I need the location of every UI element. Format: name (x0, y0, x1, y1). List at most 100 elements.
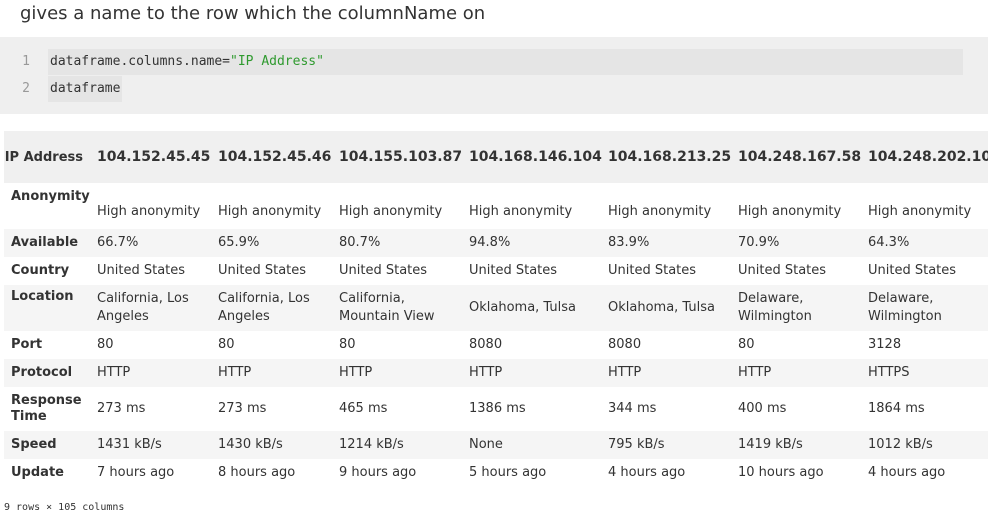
table-cell: 1864 ms (868, 401, 925, 416)
dataframe-table: IP Address 104.152.45.45 104.152.45.46 1… (4, 131, 988, 487)
table-cell: Oklahoma, Tulsa (608, 300, 715, 315)
code-line: 2 dataframe (0, 76, 988, 102)
line-number: 2 (22, 81, 30, 96)
table-cell: California, Mountain View (339, 291, 435, 324)
column-header: 104.248.167.58 (738, 149, 862, 165)
table-cell: 273 ms (97, 401, 146, 416)
table-cell: High anonymity (97, 204, 201, 219)
table-cell: 7 hours ago (97, 465, 175, 480)
row-label: Protocol (11, 365, 73, 380)
table-cell: Oklahoma, Tulsa (469, 300, 576, 315)
column-header: 104.152.45.46 (218, 149, 332, 165)
header-row: IP Address 104.152.45.45 104.152.45.46 1… (4, 131, 988, 183)
table-cell: 344 ms (608, 401, 657, 416)
table-cell: Delaware, Wilmington (868, 291, 942, 324)
table-cell: 80 (738, 337, 755, 352)
table-cell: United States (469, 263, 558, 278)
table-cell: United States (868, 263, 957, 278)
table-cell: 70.9% (738, 235, 780, 250)
table-cell: 9 hours ago (339, 465, 417, 480)
code-cell[interactable]: 1 dataframe.columns.name="IP Address" 2 … (0, 37, 988, 114)
table-row: Update 7 hours ago 8 hours ago 9 hours a… (4, 459, 988, 487)
table-cell: 83.9% (608, 235, 650, 250)
row-label: Port (11, 337, 43, 352)
table-cell: United States (608, 263, 697, 278)
table-row: Response Time 273 ms 273 ms 465 ms 1386 … (4, 387, 988, 431)
table-cell: HTTPS (868, 365, 910, 380)
row-label: Update (11, 465, 64, 480)
table-cell: Delaware, Wilmington (738, 291, 812, 324)
code-text[interactable]: dataframe (48, 76, 122, 102)
table-cell: 10 hours ago (738, 465, 824, 480)
table-row: Country United States United States Unit… (4, 257, 988, 285)
table-cell: 94.8% (469, 235, 511, 250)
table-cell: 1431 kB/s (97, 437, 162, 452)
table-cell: 80 (218, 337, 235, 352)
table-cell: 795 kB/s (608, 437, 665, 452)
table-cell: 8080 (608, 337, 642, 352)
code-string-literal: "IP Address" (230, 54, 324, 69)
column-header: 104.155.103.87 (339, 149, 463, 165)
table-cell: HTTP (97, 365, 131, 380)
table-cell: HTTP (339, 365, 373, 380)
table-cell: High anonymity (339, 204, 443, 219)
row-label: Anonymity (11, 189, 90, 204)
table-row: Available 66.7% 65.9% 80.7% 94.8% 83.9% … (4, 229, 988, 257)
table-cell: 1214 kB/s (339, 437, 404, 452)
table-cell: 5 hours ago (469, 465, 547, 480)
table-cell: 1419 kB/s (738, 437, 803, 452)
table-cell: 1430 kB/s (218, 437, 283, 452)
table-row: Protocol HTTP HTTP HTTP HTTP HTTP HTTP H… (4, 359, 988, 387)
table-cell: United States (738, 263, 827, 278)
table-cell: High anonymity (868, 204, 972, 219)
table-cell: 273 ms (218, 401, 267, 416)
table-cell: 4 hours ago (608, 465, 686, 480)
table-cell: 3128 (868, 337, 902, 352)
row-label: Response Time (11, 393, 82, 424)
code-statement: dataframe (50, 81, 121, 96)
table-cell: HTTP (738, 365, 772, 380)
table-cell: 66.7% (97, 235, 139, 250)
index-header: IP Address (4, 149, 83, 165)
table-row: Port 80 80 80 8080 8080 80 3128 (4, 331, 988, 359)
table-cell: 8080 (469, 337, 503, 352)
table-cell: United States (97, 263, 186, 278)
table-cell: 400 ms (738, 401, 787, 416)
table-cell: 65.9% (218, 235, 260, 250)
code-text[interactable]: dataframe.columns.name="IP Address" (48, 49, 963, 75)
column-header: 104.168.146.104 (469, 149, 602, 165)
table-cell: HTTP (218, 365, 252, 380)
code-statement: dataframe.columns.name= (50, 54, 231, 69)
row-label: Available (11, 235, 79, 250)
table-cell: 1386 ms (469, 401, 526, 416)
table-cell: United States (218, 263, 307, 278)
dataframe-output: IP Address 104.152.45.45 104.152.45.46 1… (4, 131, 988, 487)
table-cell: HTTP (469, 365, 503, 380)
table-cell: 80 (97, 337, 114, 352)
code-line: 1 dataframe.columns.name="IP Address" (0, 49, 988, 75)
row-label: Speed (11, 437, 57, 452)
table-cell: High anonymity (608, 204, 712, 219)
table-cell: California, Los Angeles (218, 291, 310, 324)
row-label: Location (11, 289, 74, 304)
table-cell: 80.7% (339, 235, 381, 250)
table-cell: 465 ms (339, 401, 388, 416)
table-cell: 4 hours ago (868, 465, 946, 480)
table-cell: California, Los Angeles (97, 291, 189, 324)
table-cell: HTTP (608, 365, 642, 380)
table-cell: United States (339, 263, 428, 278)
table-cell: 8 hours ago (218, 465, 296, 480)
column-header: 104.168.213.25 (608, 149, 732, 165)
markdown-heading: gives a name to the row which the column… (20, 3, 486, 24)
table-cell: 1012 kB/s (868, 437, 933, 452)
table-cell: High anonymity (469, 204, 573, 219)
table-cell: High anonymity (738, 204, 842, 219)
table-cell: 64.3% (868, 235, 910, 250)
table-cell: 80 (339, 337, 356, 352)
column-header: 104.152.45.45 (97, 149, 211, 165)
table-row: Anonymity High anonymity High anonymity … (4, 183, 988, 229)
row-label: Country (11, 263, 70, 278)
dataframe-shape-summary: 9 rows × 105 columns (4, 502, 125, 513)
table-cell: None (469, 437, 503, 452)
line-number: 1 (22, 54, 30, 69)
